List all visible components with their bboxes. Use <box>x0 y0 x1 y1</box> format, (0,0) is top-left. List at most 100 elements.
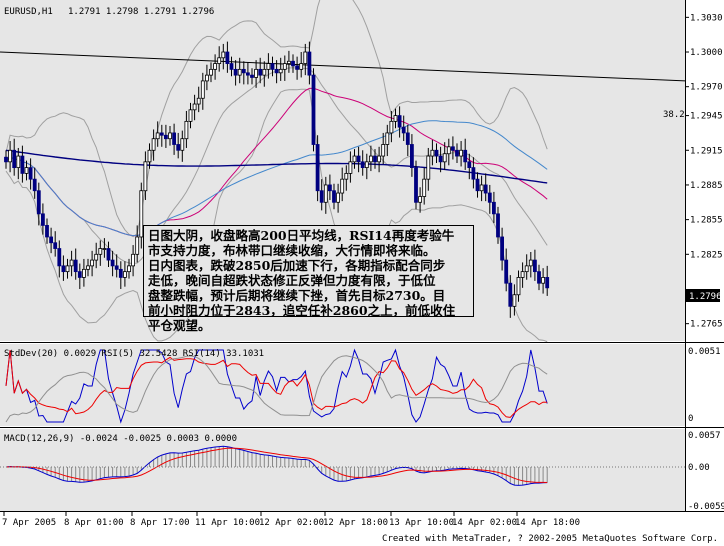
candle-body <box>151 138 156 151</box>
annotation-line: 日内图表，跌破2850后加速下行，各期指标配合同步 <box>148 258 446 273</box>
candle-body <box>299 63 304 70</box>
candle-body <box>409 144 414 169</box>
candle-body <box>245 72 250 76</box>
annotation-line: 市支持力度，布林带口继续收缩，大行情即将来临。 <box>148 243 436 258</box>
candle-body <box>209 68 213 76</box>
candle-body <box>163 134 168 140</box>
price-tick-label: 1.2825 <box>690 250 723 260</box>
candle-body <box>508 282 513 307</box>
candle-body <box>159 132 164 136</box>
annotation-line: 走低，晚间自超跌状态修正反弹但力度有限，于低位 <box>148 273 436 288</box>
candle-body <box>143 161 148 192</box>
candle-body <box>77 271 82 278</box>
candle-body <box>41 213 45 226</box>
candle-body <box>479 184 484 192</box>
annotation-line: 前小时阻力位于2843，追空任补2860之上，前低收住 <box>148 303 456 318</box>
candle-body <box>110 259 115 267</box>
candle-body <box>155 132 160 140</box>
candle-body <box>49 236 53 244</box>
candle-body <box>303 51 308 64</box>
candle-body <box>360 161 365 169</box>
ind1-axis-top: 0.0051 <box>688 347 721 357</box>
candle-body <box>364 161 369 169</box>
candle-body <box>414 167 418 203</box>
candle-body <box>229 63 234 70</box>
candle-body <box>401 126 406 134</box>
time-tick-label: 11 Apr 10:00 <box>195 518 260 528</box>
candle-body <box>500 236 505 261</box>
candle-body <box>340 178 345 194</box>
candle-body <box>356 155 361 163</box>
candle-body <box>389 120 394 134</box>
ind2-axis-mid: 0.00 <box>688 463 710 473</box>
candle-body <box>73 259 78 273</box>
candle-body <box>295 65 300 70</box>
candle-body <box>266 63 271 70</box>
candle-body <box>82 268 86 278</box>
candle-body <box>434 149 439 157</box>
candle-body <box>168 132 172 140</box>
candle-body <box>418 196 423 203</box>
candle-body <box>332 190 336 203</box>
fib-level-label: 38.2 <box>663 110 685 120</box>
candle-body <box>258 68 263 76</box>
candle-body <box>348 161 353 174</box>
candle-body <box>180 138 185 151</box>
price-tick-label: 1.2885 <box>690 181 723 191</box>
candle-body <box>430 149 435 157</box>
candle-body <box>237 68 242 76</box>
time-tick-label: 12 Apr 18:00 <box>323 518 388 528</box>
candle-body <box>459 149 464 157</box>
indicator1-title: StdDev(20) 0.0029 RSI(5) 32.5428 RSI(14)… <box>4 349 264 359</box>
candle-body <box>16 155 21 169</box>
candle-body <box>241 68 246 74</box>
candle-body <box>172 132 177 145</box>
candle-body <box>147 149 152 163</box>
time-axis-labels: 7 Apr 2005 8 Apr 01:00 8 Apr 17:00 11 Apr 1… <box>2 512 580 528</box>
current-price-label: 1.2796 <box>689 292 722 302</box>
candle-body <box>286 60 291 64</box>
candle-body <box>69 259 74 267</box>
price-tick-label: 1.2765 <box>690 320 723 330</box>
price-tick-label: 1.3000 <box>690 48 723 58</box>
candle-body <box>36 190 41 215</box>
candle-body <box>483 184 488 194</box>
price-tick-label: 1.3030 <box>690 13 723 23</box>
candle-body <box>516 277 521 296</box>
candle-body <box>537 271 541 284</box>
candle-body <box>94 253 99 261</box>
time-tick-label: 14 Apr 02:00 <box>452 518 517 528</box>
candle-body <box>426 155 431 180</box>
candle-body <box>545 277 550 289</box>
candle-body <box>455 149 459 157</box>
candle-body <box>352 155 357 163</box>
candle-body <box>106 248 111 261</box>
analysis-annotation[interactable]: 日图大阴，收盘略高200日平均线，RSI14再度考验牛 市支持力度，布林带口继续… <box>143 225 474 333</box>
candle-body <box>385 132 390 145</box>
candle-body <box>123 271 127 278</box>
candle-body <box>368 155 373 163</box>
ohlc-label: 1.2791 1.2798 1.2791 1.2796 <box>68 7 214 17</box>
candle-body <box>438 155 443 163</box>
candle-body <box>221 51 226 59</box>
candle-body <box>204 74 209 82</box>
time-tick-label: 13 Apr 10:00 <box>389 518 454 528</box>
candle-body <box>86 265 90 270</box>
candle-body <box>176 144 181 151</box>
candle-body <box>373 155 377 163</box>
candle-body <box>98 248 103 255</box>
candle-body <box>61 265 66 273</box>
candle-body <box>12 149 17 169</box>
price-tick-label: 1.2970 <box>690 83 723 93</box>
candle-body <box>450 146 455 151</box>
annotation-line: 日图大阴，收盘略高200日平均线，RSI14再度考验牛 <box>148 228 455 243</box>
candle-body <box>377 155 382 163</box>
candle-body <box>381 144 386 157</box>
candle-body <box>520 271 525 278</box>
candle-body <box>213 63 218 70</box>
candle-body <box>28 167 33 180</box>
candle-body <box>323 184 328 203</box>
candle-body <box>315 144 320 192</box>
candle-body <box>114 265 119 270</box>
candle-body <box>467 161 472 169</box>
